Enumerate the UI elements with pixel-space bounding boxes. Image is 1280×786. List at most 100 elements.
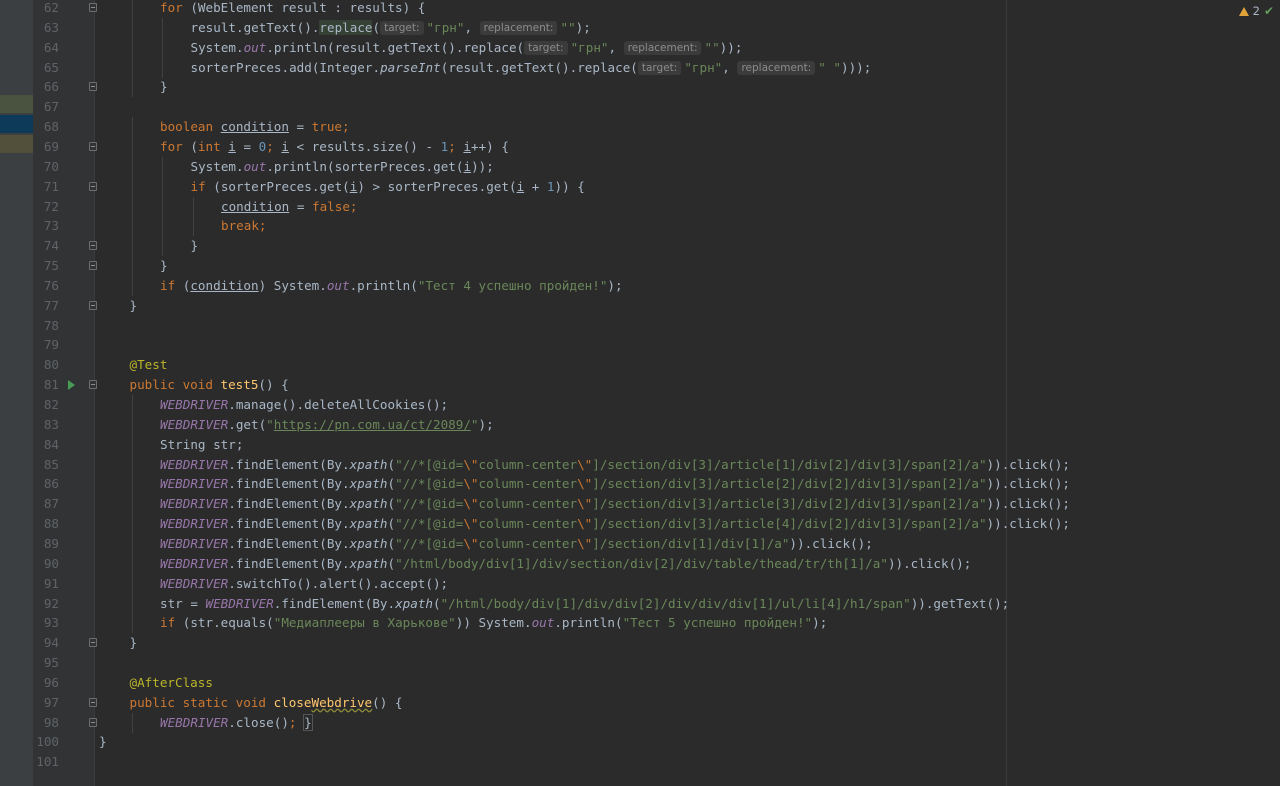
indent-guide	[131, 533, 133, 554]
code-line[interactable]: 97 public static void closeWebdrive() {	[0, 693, 1280, 713]
indent-guide	[162, 17, 163, 38]
code-text[interactable]: @Test	[130, 355, 168, 375]
line-number: 79	[43, 337, 59, 353]
fold-toggle-icon[interactable]	[89, 380, 97, 390]
code-line[interactable]: 89 WEBDRIVER.findElement(By.xpath("//*[@i…	[0, 533, 1280, 554]
code-line[interactable]: 86 WEBDRIVER.findElement(By.xpath("//*[@i…	[0, 474, 1280, 495]
code-line[interactable]: 70 System.out.println(sorterPreces.get(i)…	[0, 156, 1280, 177]
code-line[interactable]: 75}	[0, 256, 1280, 277]
code-text[interactable]: if (str.equals("Медиаплееры в Харькове")…	[160, 613, 827, 633]
code-line[interactable]: 94}	[0, 633, 1280, 653]
code-line[interactable]: 91 WEBDRIVER.switchTo().alert().accept();	[0, 573, 1280, 594]
code-line[interactable]: 85 WEBDRIVER.findElement(By.xpath("//*[@i…	[0, 454, 1280, 475]
inspection-widget[interactable]: 2 ✔	[1238, 4, 1274, 18]
code-text[interactable]: for (WebElement result : results) {	[160, 0, 425, 18]
code-line[interactable]: 73 break;	[0, 216, 1280, 237]
code-text[interactable]: }	[130, 296, 138, 316]
code-line[interactable]: 95	[0, 653, 1280, 673]
line-number: 63	[43, 19, 59, 35]
run-test-icon[interactable]	[68, 380, 75, 391]
code-line[interactable]: 79	[0, 335, 1280, 355]
code-line[interactable]: 74}	[0, 236, 1280, 257]
parameter-hint: replacement:	[623, 40, 702, 55]
code-text[interactable]: WEBDRIVER.findElement(By.xpath("//*[@id=…	[160, 514, 1070, 534]
code-line[interactable]: 76 if (condition) System.out.println("Тес…	[0, 275, 1280, 296]
code-text[interactable]: WEBDRIVER.manage().deleteAllCookies();	[160, 395, 448, 415]
code-text[interactable]: result.getText().replace(target: "грн", r…	[191, 18, 591, 38]
code-text[interactable]: public void test5() {	[130, 375, 289, 395]
code-text[interactable]: sorterPreces.add(Integer.parseInt(result…	[191, 58, 871, 78]
code-text[interactable]: }	[191, 236, 199, 256]
line-number: 69	[43, 138, 59, 154]
fold-toggle-icon[interactable]	[89, 181, 97, 191]
code-text[interactable]: boolean condition = true;	[160, 117, 350, 137]
code-text[interactable]: WEBDRIVER.get("https://pn.com.ua/ct/2089…	[160, 415, 494, 435]
code-line[interactable]: 101	[0, 752, 1280, 772]
code-line[interactable]: 72 condition = false;	[0, 196, 1280, 217]
code-line[interactable]: 65 sorterPreces.add(Integer.parseInt(resu…	[0, 57, 1280, 78]
code-editor[interactable]: 62 for (WebElement result : results) {63 r…	[0, 0, 1280, 786]
code-text[interactable]: @AfterClass	[130, 673, 213, 693]
code-text[interactable]: if (sorterPreces.get(i) > sorterPreces.g…	[191, 177, 585, 197]
code-line[interactable]: 66}	[0, 77, 1280, 98]
fold-toggle-icon[interactable]	[89, 300, 97, 310]
indent-guide	[131, 216, 133, 237]
code-line[interactable]: 69 for (int i = 0; i < results.size() - 1…	[0, 136, 1280, 157]
code-text[interactable]: WEBDRIVER.close(); }	[160, 713, 313, 733]
code-line[interactable]: 100}	[0, 732, 1280, 752]
indent-guide	[162, 196, 163, 217]
code-line[interactable]: 68 boolean condition = true;	[0, 117, 1280, 138]
code-text[interactable]: WEBDRIVER.findElement(By.xpath("/html/bo…	[160, 554, 971, 574]
indent-guide	[131, 514, 133, 535]
code-line[interactable]: 90 WEBDRIVER.findElement(By.xpath("/html/…	[0, 553, 1280, 574]
code-text[interactable]: }	[160, 256, 168, 276]
indent-guide	[131, 236, 133, 257]
code-text[interactable]: str = WEBDRIVER.findElement(By.xpath("/h…	[160, 594, 1009, 614]
code-text[interactable]: for (int i = 0; i < results.size() - 1; …	[160, 137, 509, 157]
code-line[interactable]: 67	[0, 97, 1280, 117]
code-line[interactable]: 82 WEBDRIVER.manage().deleteAllCookies();	[0, 395, 1280, 415]
code-text[interactable]: String str;	[160, 435, 243, 455]
fold-toggle-icon[interactable]	[89, 697, 97, 707]
code-text[interactable]: System.out.println(sorterPreces.get(i));	[191, 157, 494, 177]
code-text[interactable]: public static void closeWebdrive() {	[130, 693, 403, 713]
code-text[interactable]: WEBDRIVER.findElement(By.xpath("//*[@id=…	[160, 455, 1070, 475]
code-text[interactable]: }	[160, 77, 168, 97]
code-line[interactable]: 81 public void test5() {	[0, 375, 1280, 395]
code-text[interactable]: WEBDRIVER.findElement(By.xpath("//*[@id=…	[160, 494, 1070, 514]
code-text[interactable]: WEBDRIVER.findElement(By.xpath("//*[@id=…	[160, 534, 873, 554]
fold-toggle-icon[interactable]	[89, 3, 97, 12]
code-line[interactable]: 98 WEBDRIVER.close(); }	[0, 712, 1280, 733]
code-line[interactable]: 62 for (WebElement result : results) {	[0, 0, 1280, 18]
code-line[interactable]: 71 if (sorterPreces.get(i) > sorterPreces…	[0, 176, 1280, 197]
fold-toggle-icon[interactable]	[89, 241, 97, 251]
fold-toggle-icon[interactable]	[89, 261, 97, 271]
code-line[interactable]: 77}	[0, 296, 1280, 316]
code-line[interactable]: 96 @AfterClass	[0, 673, 1280, 693]
code-line[interactable]: 84 String str;	[0, 434, 1280, 455]
fold-toggle-icon[interactable]	[89, 717, 97, 727]
line-number: 80	[43, 357, 59, 373]
code-line[interactable]: 80 @Test	[0, 355, 1280, 375]
code-line[interactable]: 83 WEBDRIVER.get("https://pn.com.ua/ct/20…	[0, 414, 1280, 435]
fold-toggle-icon[interactable]	[89, 82, 97, 92]
code-line[interactable]: 78	[0, 316, 1280, 336]
fold-toggle-icon[interactable]	[89, 141, 97, 151]
code-line[interactable]: 87 WEBDRIVER.findElement(By.xpath("//*[@i…	[0, 494, 1280, 515]
code-text[interactable]: }	[99, 732, 107, 752]
indent-guide	[131, 553, 133, 574]
code-text[interactable]: if (condition) System.out.println("Тест …	[160, 276, 623, 296]
code-line[interactable]: 93 if (str.equals("Медиаплееры в Харькове…	[0, 613, 1280, 634]
code-line[interactable]: 63 result.getText().replace(target: "грн",…	[0, 17, 1280, 38]
line-number: 74	[43, 238, 59, 254]
code-text[interactable]: WEBDRIVER.switchTo().alert().accept();	[160, 574, 448, 594]
code-text[interactable]: WEBDRIVER.findElement(By.xpath("//*[@id=…	[160, 474, 1070, 494]
code-text[interactable]: break;	[221, 216, 267, 236]
code-text[interactable]: System.out.println(result.getText().repl…	[191, 38, 742, 58]
fold-toggle-icon[interactable]	[89, 638, 97, 648]
code-text[interactable]: }	[130, 633, 138, 653]
code-line[interactable]: 88 WEBDRIVER.findElement(By.xpath("//*[@i…	[0, 514, 1280, 535]
code-text[interactable]: condition = false;	[221, 197, 358, 217]
code-line[interactable]: 92 str = WEBDRIVER.findElement(By.xpath("…	[0, 593, 1280, 614]
code-line[interactable]: 64 System.out.println(result.getText().re…	[0, 37, 1280, 58]
